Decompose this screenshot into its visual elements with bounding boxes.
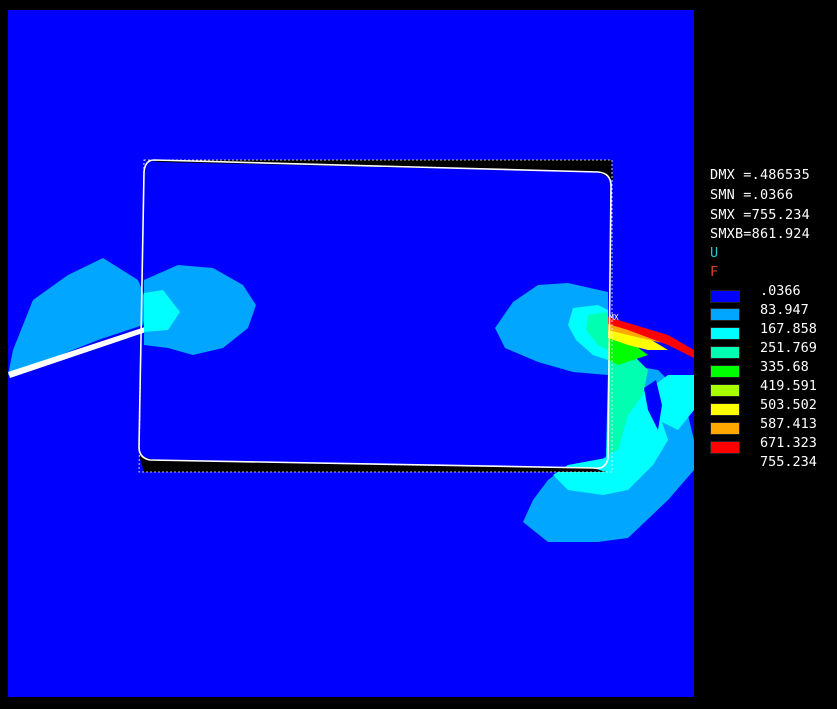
stress-contour-plot: MX [8, 10, 694, 697]
legend-value-6: 419.591 [760, 378, 817, 394]
stat-smxb: SMXB=861.924 [710, 226, 810, 242]
symbol-f-label: F [710, 264, 719, 280]
legend-value-5: 335.68 [760, 359, 809, 375]
legend-value-9: 671.323 [760, 435, 817, 451]
legend-swatch-6 [710, 384, 740, 397]
legend-swatch-3 [710, 327, 740, 340]
stat-dmx: DMX =.486535 [710, 167, 810, 183]
stat-smn: SMN =.0366 [710, 187, 794, 203]
stat-smx: SMX =755.234 [710, 207, 810, 223]
legend-value-3: 167.858 [760, 321, 817, 337]
legend-swatch-1 [710, 290, 740, 303]
contour-plot-viewport[interactable]: MX [8, 10, 694, 697]
symbol-u-label: U [710, 245, 719, 261]
legend-value-4: 251.769 [760, 340, 817, 356]
legend-swatch-2 [710, 308, 740, 321]
legend-swatch-5 [710, 365, 740, 378]
legend-swatch-7 [710, 403, 740, 416]
legend-value-7: 503.502 [760, 397, 817, 413]
legend-value-1: .0366 [760, 283, 801, 299]
legend-value-10: 755.234 [760, 454, 817, 470]
legend-swatch-8 [710, 422, 740, 435]
max-node-label: MX [609, 313, 619, 322]
legend-swatch-9 [710, 441, 740, 454]
legend-value-2: 83.947 [760, 302, 809, 318]
legend-value-8: 587.413 [760, 416, 817, 432]
legend-swatch-4 [710, 346, 740, 359]
